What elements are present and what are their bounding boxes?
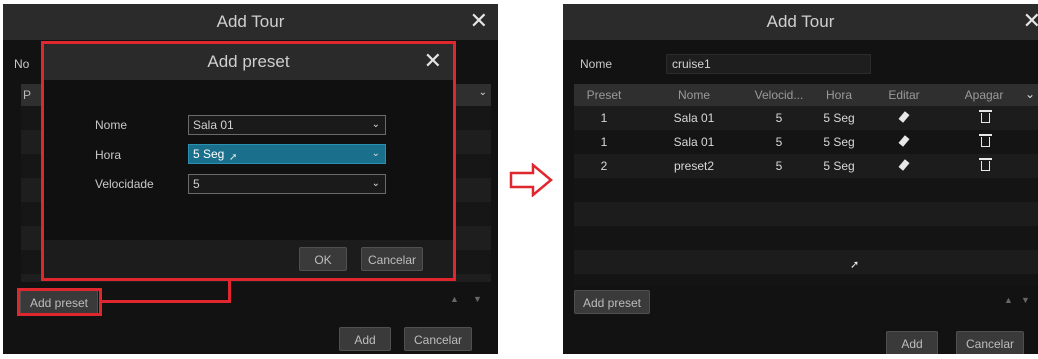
col-nome: Nome [677, 88, 710, 102]
row-velocidade: 5 [775, 135, 783, 149]
row-hora: 5 Seg [823, 111, 855, 125]
dialog-highlight-box [41, 41, 456, 281]
row-preset: 1 [600, 135, 608, 149]
right-table-body: 1 Sala 01 5 5 Seg 1 Sala 01 5 5 Seg 2 pr… [574, 106, 1038, 286]
row-nome: Sala 01 [673, 111, 715, 125]
row-preset: 2 [600, 159, 608, 173]
delete-trash-icon[interactable] [978, 110, 992, 124]
right-add-tour-window: Add Tour ✕ Nome cruise1 Preset Nome Velo… [563, 4, 1038, 354]
row-nome: preset2 [673, 159, 715, 173]
edit-pencil-icon[interactable] [896, 159, 912, 172]
left-col-partial: P [23, 88, 32, 102]
col-hora: Hora [825, 88, 852, 102]
left-window-titlebar: Add Tour [3, 4, 498, 40]
table-row[interactable]: 1 Sala 01 5 5 Seg [574, 130, 1038, 154]
right-move-down-icon[interactable]: ▼ [1021, 295, 1030, 305]
left-close-icon[interactable]: ✕ [470, 9, 488, 33]
right-nome-label: Nome [580, 57, 613, 71]
col-editar: Editar [888, 88, 920, 102]
col-velocidade: Velocid... [754, 88, 804, 102]
row-velocidade: 5 [775, 159, 783, 173]
right-window-titlebar: Add Tour [563, 4, 1038, 40]
highlight-connector-vertical [228, 279, 231, 303]
right-arrow-icon [509, 163, 553, 197]
table-row[interactable]: 2 preset2 5 5 Seg [574, 154, 1038, 178]
highlight-connector-horizontal [100, 300, 230, 303]
row-preset: 1 [600, 111, 608, 125]
left-cancel-button[interactable]: Cancelar [404, 327, 472, 351]
table-row[interactable]: 1 Sala 01 5 5 Seg [574, 106, 1038, 130]
row-hora: 5 Seg [823, 135, 855, 149]
edit-pencil-icon[interactable] [896, 135, 912, 148]
right-nome-value: cruise1 [672, 57, 711, 71]
left-window-title: Add Tour [216, 12, 285, 31]
right-add-button[interactable]: Add [886, 331, 938, 354]
delete-trash-icon[interactable] [978, 134, 992, 148]
left-nome-label-partial: No [14, 57, 30, 71]
right-nome-input[interactable]: cruise1 [666, 54, 871, 74]
col-preset: Preset [586, 88, 622, 102]
add-preset-highlight-box [17, 288, 102, 316]
right-cancel-button[interactable]: Cancelar [956, 331, 1024, 354]
delete-trash-icon[interactable] [978, 158, 992, 172]
edit-pencil-icon[interactable] [896, 111, 912, 124]
columns-chevron-icon[interactable]: ⌄ [1022, 84, 1038, 104]
left-columns-chevron-icon[interactable]: ⌄ [479, 87, 487, 98]
row-velocidade: 5 [775, 111, 783, 125]
row-nome: Sala 01 [673, 135, 715, 149]
right-close-icon[interactable]: ✕ [1023, 9, 1038, 33]
row-hora: 5 Seg [823, 159, 855, 173]
mouse-cursor-icon: ➚ [850, 259, 860, 271]
right-table-header: Preset Nome Velocid... Hora Editar Apaga… [574, 84, 1038, 106]
col-apagar: Apagar [964, 88, 1004, 102]
left-add-button[interactable]: Add [339, 327, 391, 351]
left-move-down-icon[interactable]: ▼ [473, 294, 482, 304]
left-move-up-icon[interactable]: ▲ [450, 294, 459, 304]
right-window-title: Add Tour [766, 12, 835, 31]
right-add-preset-button[interactable]: Add preset [574, 290, 650, 314]
right-move-up-icon[interactable]: ▲ [1004, 295, 1013, 305]
